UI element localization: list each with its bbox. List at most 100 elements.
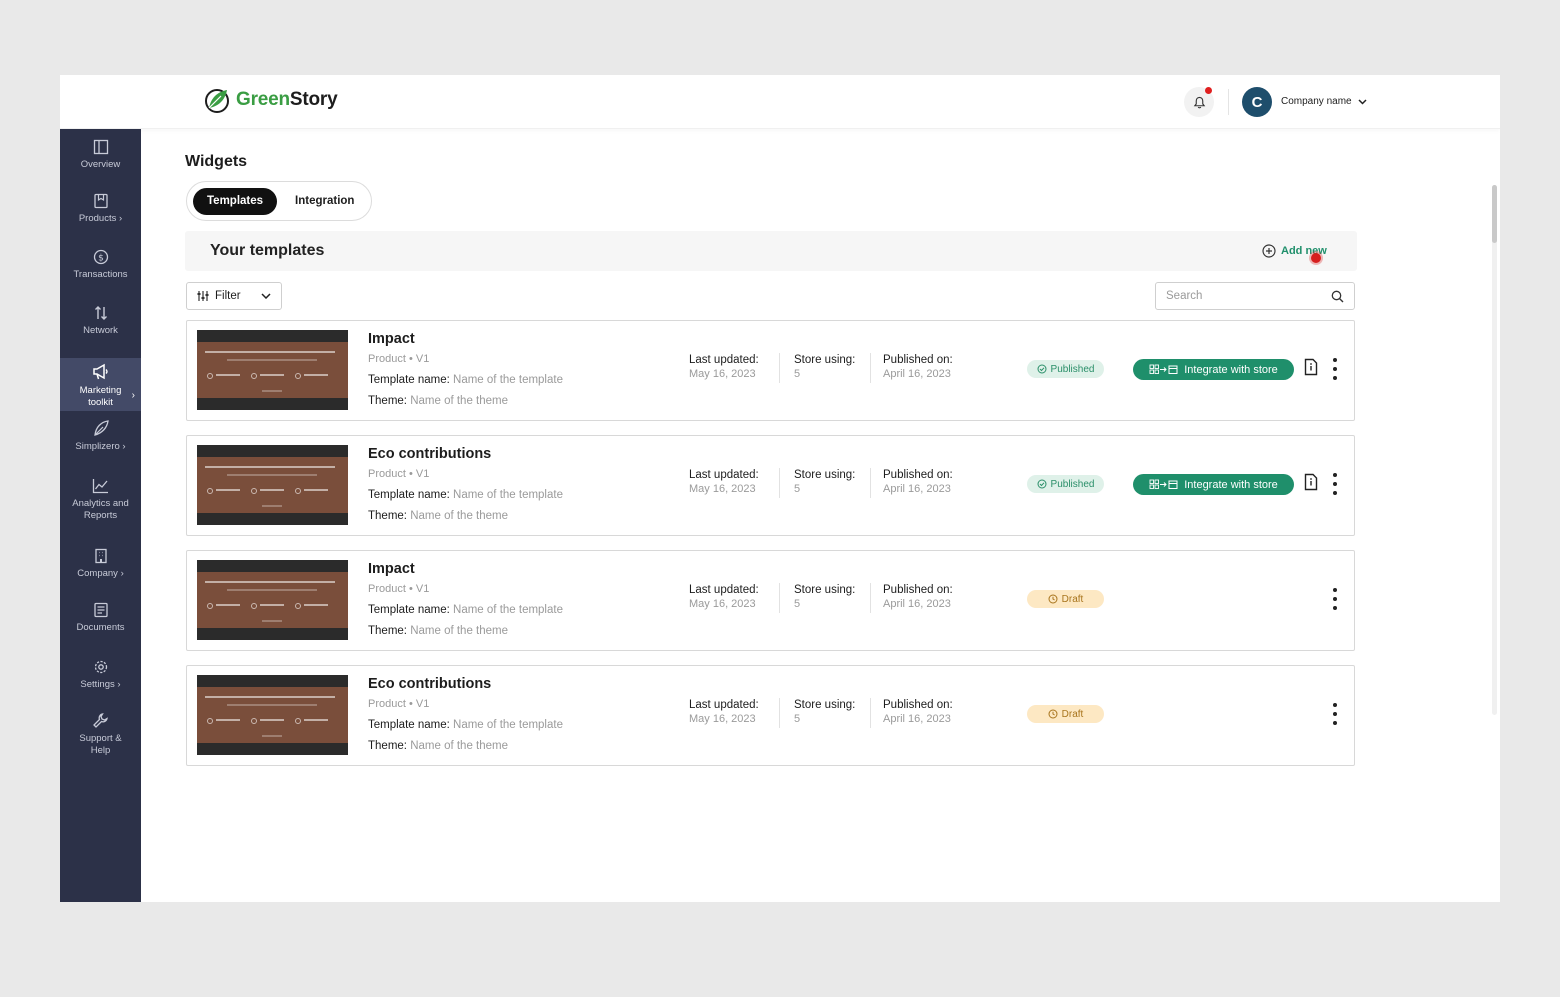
integrate-icon <box>1149 364 1178 374</box>
layout-icon <box>93 139 108 155</box>
sidebar-item-label: Support & Help <box>79 733 122 756</box>
store-using-label: Store using: <box>794 469 856 481</box>
template-name-value: Name of the template <box>453 719 563 731</box>
last-updated-value: May 16, 2023 <box>689 598 756 610</box>
clock-icon <box>1048 594 1058 604</box>
theme-value: Name of the theme <box>410 395 509 407</box>
brand-green: Green <box>236 89 290 110</box>
store-using: Store using: 5 <box>794 353 855 381</box>
published-on-value: April 16, 2023 <box>883 368 951 380</box>
sidebar-item-analytics[interactable]: Analytics and Reports <box>60 478 141 528</box>
store-using-label: Store using: <box>794 699 856 711</box>
divider <box>870 583 871 613</box>
store-using: Store using: 5 <box>794 698 855 726</box>
divider <box>870 353 871 383</box>
sidebar-item-label: Company › <box>77 568 124 579</box>
template-subtitle: Product • V1 <box>368 698 430 710</box>
theme-label: Theme: <box>368 395 407 407</box>
theme-value: Name of the theme <box>410 510 509 522</box>
template-name-value: Name of the template <box>453 489 563 501</box>
last-updated-label: Last updated: <box>689 699 759 711</box>
sidebar: Overview Products › $ Transactions Netwo… <box>60 129 141 902</box>
last-updated-value: May 16, 2023 <box>689 713 756 725</box>
tab-integration[interactable]: Integration <box>281 188 368 215</box>
file-info-icon[interactable] <box>1304 358 1318 376</box>
template-thumbnail <box>197 330 348 410</box>
theme-row: Theme: Name of the theme <box>368 395 508 407</box>
template-card[interactable]: Eco contributions Product • V1 Template … <box>186 665 1355 766</box>
scrollbar[interactable] <box>1492 185 1497 715</box>
published-on-label: Published on: <box>883 354 953 366</box>
sidebar-item-transactions[interactable]: $ Transactions <box>60 249 141 293</box>
last-updated-label: Last updated: <box>689 584 759 596</box>
sidebar-item-overview[interactable]: Overview <box>60 139 141 183</box>
store-using-value: 5 <box>794 713 801 725</box>
scrollbar-thumb[interactable] <box>1492 185 1497 243</box>
published-on-label: Published on: <box>883 584 953 596</box>
sidebar-item-label: Transactions <box>73 269 128 280</box>
building-icon <box>94 548 107 564</box>
integrate-label: Integrate with store <box>1184 363 1278 376</box>
store-using-label: Store using: <box>794 584 856 596</box>
last-updated: Last updated: May 16, 2023 <box>689 698 759 726</box>
template-card[interactable]: Impact Product • V1 Template name: Name … <box>186 320 1355 421</box>
sidebar-item-products[interactable]: Products › <box>60 193 141 237</box>
top-header: GreenStory C Company name <box>60 75 1500 129</box>
sidebar-item-support[interactable]: Support & Help <box>60 712 141 762</box>
last-updated: Last updated: May 16, 2023 <box>689 353 759 381</box>
arrows-icon <box>94 306 107 320</box>
tab-templates[interactable]: Templates <box>193 187 278 215</box>
greenstory-logo[interactable]: GreenStory <box>203 86 338 114</box>
published-on-label: Published on: <box>883 469 953 481</box>
sidebar-item-settings[interactable]: Settings › <box>60 659 141 703</box>
bookmark-icon <box>93 193 108 209</box>
integrate-with-store-button[interactable]: Integrate with store <box>1133 474 1294 495</box>
sidebar-item-label: Analytics and Reports <box>72 498 129 521</box>
sidebar-item-company[interactable]: Company › <box>60 548 141 592</box>
theme-row: Theme: Name of the theme <box>368 740 508 752</box>
check-circle-icon <box>1037 479 1047 489</box>
last-updated-value: May 16, 2023 <box>689 483 756 495</box>
store-using-value: 5 <box>794 368 801 380</box>
more-options-button[interactable] <box>1329 586 1341 612</box>
status-badge: Draft <box>1027 705 1104 723</box>
company-name: Company name <box>1281 96 1352 107</box>
filter-dropdown[interactable]: Filter <box>186 282 282 310</box>
search-icon[interactable] <box>1331 290 1344 303</box>
notifications-button[interactable] <box>1184 87 1214 117</box>
last-updated-label: Last updated: <box>689 469 759 481</box>
more-options-button[interactable] <box>1329 701 1341 727</box>
theme-row: Theme: Name of the theme <box>368 625 508 637</box>
megaphone-icon <box>92 363 108 380</box>
sidebar-item-simplizero[interactable]: Simplizero › <box>60 419 141 463</box>
theme-value: Name of the theme <box>410 625 509 637</box>
template-subtitle: Product • V1 <box>368 353 430 365</box>
file-info-icon[interactable] <box>1304 473 1318 491</box>
sidebar-item-network[interactable]: Network <box>60 305 141 349</box>
template-card[interactable]: Eco contributions Product • V1 Template … <box>186 435 1355 536</box>
chart-icon <box>92 479 108 494</box>
divider <box>779 353 780 383</box>
template-card[interactable]: Impact Product • V1 Template name: Name … <box>186 550 1355 651</box>
search-box <box>1155 282 1355 310</box>
more-options-button[interactable] <box>1329 471 1341 497</box>
avatar[interactable]: C <box>1242 87 1272 117</box>
sidebar-item-documents[interactable]: Documents <box>60 602 141 646</box>
template-name-row: Template name: Name of the template <box>368 719 563 731</box>
template-name-value: Name of the template <box>453 374 563 386</box>
template-thumbnail <box>197 675 348 755</box>
tab-group: Templates Integration <box>186 181 372 221</box>
plus-circle-icon <box>1262 244 1276 258</box>
divider <box>779 583 780 613</box>
divider <box>779 698 780 728</box>
status-label: Draft <box>1061 593 1084 605</box>
document-icon <box>93 602 108 618</box>
more-options-button[interactable] <box>1329 356 1341 382</box>
filter-label: Filter <box>215 290 241 302</box>
search-input[interactable] <box>1166 290 1316 302</box>
sidebar-item-marketing-toolkit[interactable]: Marketing toolkit › <box>60 358 141 411</box>
status-label: Draft <box>1061 708 1084 720</box>
company-dropdown[interactable]: Company name <box>1281 96 1367 107</box>
integrate-with-store-button[interactable]: Integrate with store <box>1133 359 1294 380</box>
theme-label: Theme: <box>368 625 407 637</box>
